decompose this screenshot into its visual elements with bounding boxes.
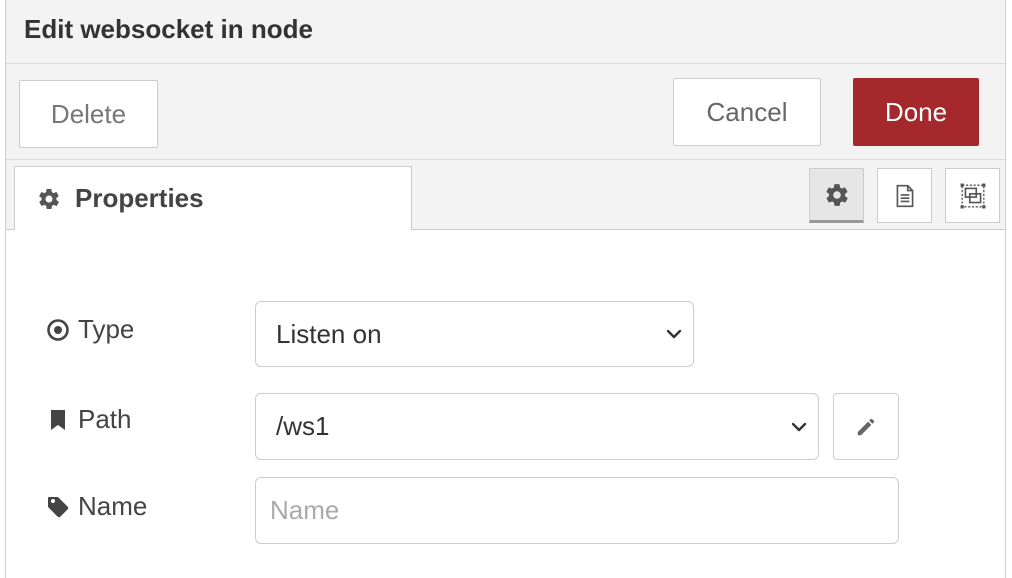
bookmark-icon: [46, 408, 70, 432]
dot-circle-icon: [46, 318, 70, 342]
tab-description[interactable]: [877, 168, 932, 223]
tag-icon: [46, 495, 70, 519]
type-select[interactable]: Listen on: [255, 301, 694, 367]
type-label: Type: [46, 314, 134, 345]
appearance-icon: [960, 183, 986, 209]
edit-tray: Edit websocket in node Delete Cancel Don…: [5, 0, 1006, 578]
name-input[interactable]: [255, 477, 899, 544]
delete-button[interactable]: Delete: [19, 80, 158, 148]
name-label-text: Name: [78, 491, 148, 521]
path-label-text: Path: [78, 404, 132, 434]
type-label-text: Type: [78, 314, 135, 344]
properties-form: Type Listen on Path /ws1 Name Name: [6, 230, 1005, 578]
tabs-row: Properties: [6, 160, 1005, 230]
cancel-button[interactable]: Cancel: [673, 78, 821, 146]
done-button[interactable]: Done: [853, 78, 979, 146]
chevron-down-icon: [790, 418, 808, 436]
tab-settings[interactable]: [809, 168, 864, 223]
path-select[interactable]: /ws1: [255, 393, 819, 460]
gear-icon: [824, 182, 850, 208]
edit-path-button[interactable]: [833, 393, 899, 460]
tab-appearance[interactable]: [945, 168, 1000, 223]
path-select-value: /ws1: [276, 411, 330, 441]
type-select-value: Listen on: [276, 318, 382, 349]
tab-properties-label: Properties: [75, 183, 204, 213]
chevron-down-icon: [665, 325, 683, 343]
gear-icon: [37, 187, 61, 211]
document-icon: [892, 183, 918, 209]
tab-properties[interactable]: Properties: [14, 166, 412, 230]
name-label: Name: [46, 491, 147, 522]
path-label: Path: [46, 404, 132, 435]
tray-toolbar: Delete Cancel Done: [6, 64, 1005, 160]
tray-title: Edit websocket in node: [24, 14, 313, 44]
tray-header: Edit websocket in node: [6, 0, 1005, 64]
pencil-icon: [855, 416, 877, 438]
